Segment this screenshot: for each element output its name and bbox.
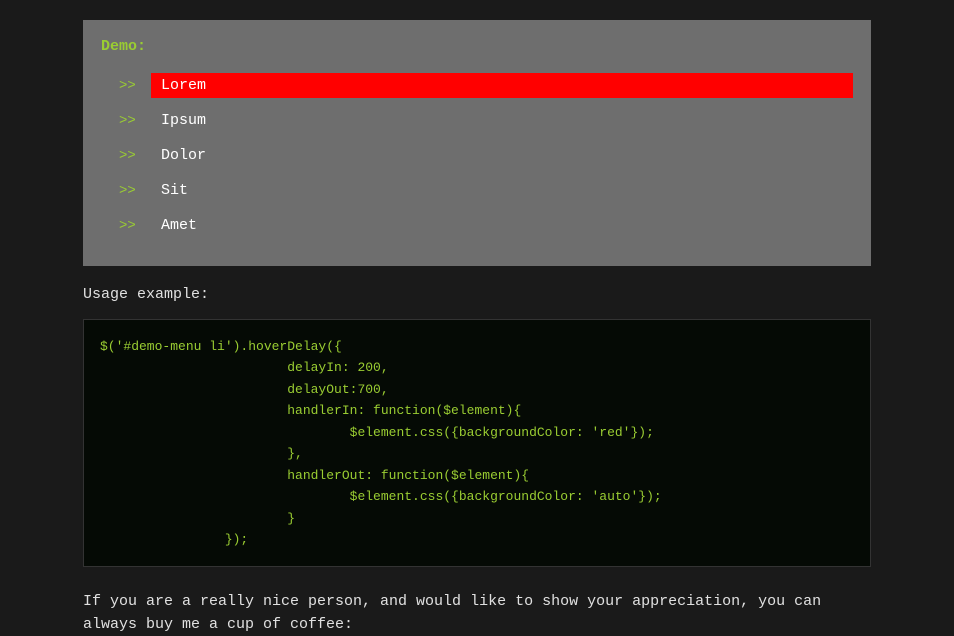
demo-menu-item[interactable]: >> Sit xyxy=(119,178,853,203)
demo-menu-item[interactable]: >> Amet xyxy=(119,213,853,238)
demo-panel: Demo: >> Lorem >> Ipsum >> Dolor >> Sit … xyxy=(83,20,871,266)
arrow-icon: >> xyxy=(119,183,137,199)
arrow-icon: >> xyxy=(119,113,137,129)
demo-title: Demo: xyxy=(101,38,853,55)
demo-menu: >> Lorem >> Ipsum >> Dolor >> Sit >> Ame… xyxy=(101,73,853,238)
demo-item-label: Amet xyxy=(151,213,853,238)
footer-text: If you are a really nice person, and wou… xyxy=(83,591,871,636)
usage-label: Usage example: xyxy=(83,286,871,303)
demo-item-label: Dolor xyxy=(151,143,853,168)
code-block: $('#demo-menu li').hoverDelay({ delayIn:… xyxy=(83,319,871,567)
code-content: $('#demo-menu li').hoverDelay({ delayIn:… xyxy=(100,336,854,550)
demo-item-label: Lorem xyxy=(151,73,853,98)
arrow-icon: >> xyxy=(119,218,137,234)
arrow-icon: >> xyxy=(119,148,137,164)
demo-item-label: Sit xyxy=(151,178,853,203)
demo-menu-item[interactable]: >> Ipsum xyxy=(119,108,853,133)
demo-menu-item[interactable]: >> Dolor xyxy=(119,143,853,168)
arrow-icon: >> xyxy=(119,78,137,94)
demo-menu-item[interactable]: >> Lorem xyxy=(119,73,853,98)
demo-item-label: Ipsum xyxy=(151,108,853,133)
